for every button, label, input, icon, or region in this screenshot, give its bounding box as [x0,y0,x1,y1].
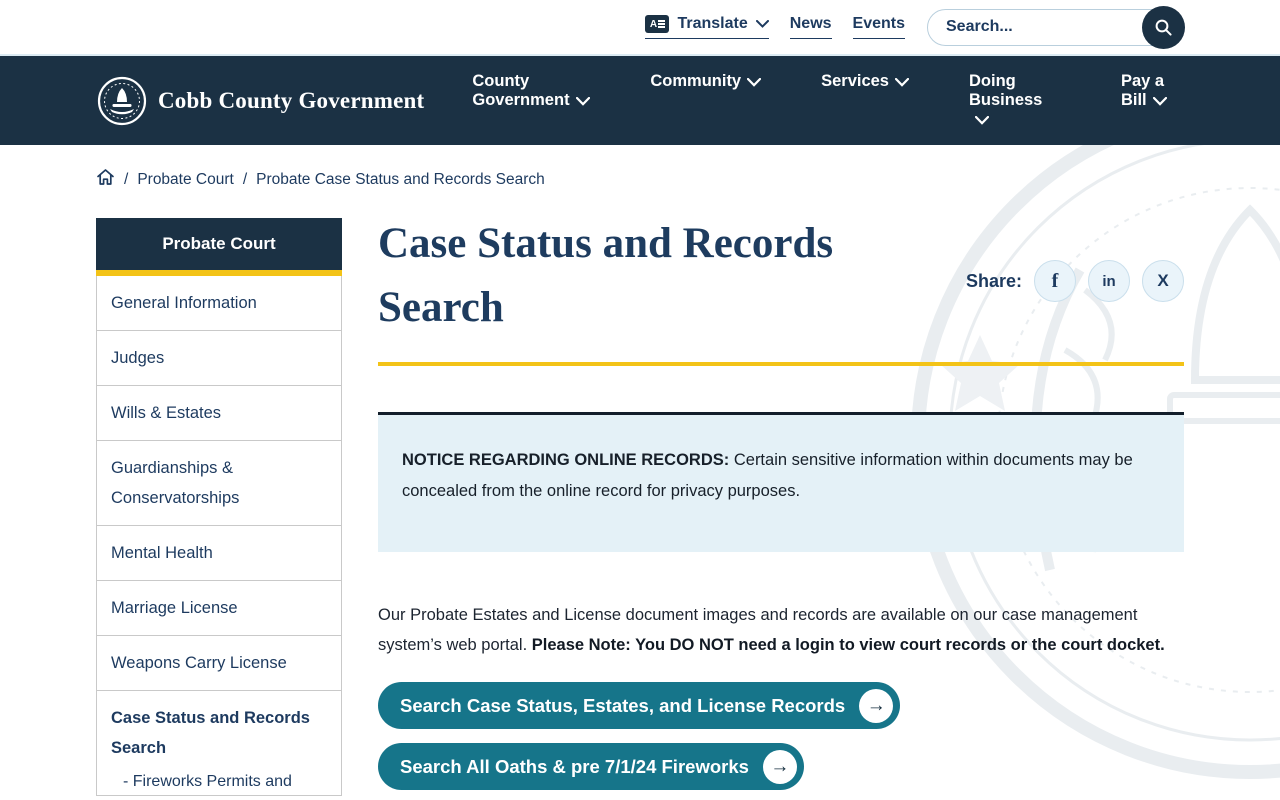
county-seal-icon [97,76,147,125]
sidebar: Probate Court General Information Judges… [96,218,342,796]
nav-item-community[interactable]: Community [650,72,762,91]
intro-paragraph: Our Probate Estates and License document… [378,600,1184,660]
search-oaths-fireworks-button[interactable]: Search All Oaths & pre 7/1/24 Fireworks … [378,743,804,791]
brand-name: Cobb County Government [158,87,425,113]
facebook-icon: f [1051,269,1059,292]
notice-label: NOTICE REGARDING ONLINE RECORDS: [402,451,730,469]
translate-menu[interactable]: A Translate [645,15,769,39]
sidebar-subitem-fireworks-permits[interactable]: - Fireworks Permits and [111,763,327,795]
share-label: Share: [965,270,1022,291]
sidebar-item-judges[interactable]: Judges [97,331,341,386]
nav-item-doing-business[interactable]: Doing Business [969,72,1061,129]
x-twitter-icon: X [1157,271,1169,290]
gold-divider [378,362,1184,366]
translate-label: Translate [677,15,748,32]
sidebar-menu: General Information Judges Wills & Estat… [96,276,342,796]
intro-bold-text: Please Note: You DO NOT need a login to … [531,636,1165,655]
site-logo[interactable]: Cobb County Government [97,76,424,126]
chevron-down-icon [747,77,762,87]
nav-item-pay-a-bill[interactable]: Pay a Bill [1121,72,1183,110]
page: A Translate News Events Search... Cobb C… [0,0,1280,800]
home-icon [97,169,114,185]
sidebar-title: Probate Court [96,218,342,270]
search-case-status-button[interactable]: Search Case Status, Estates, and License… [378,682,901,730]
search-icon [1155,19,1172,36]
linkedin-icon: in [1102,272,1116,290]
main-navigation: Cobb County Government County Government… [0,56,1280,145]
breadcrumb-separator: / [242,170,248,188]
breadcrumb-probate-court[interactable]: Probate Court [137,171,234,189]
sidebar-item-general-information[interactable]: General Information [97,276,341,331]
main-content: Case Status and Records Search Share: f … [378,218,1184,796]
share-facebook-button[interactable]: f [1034,260,1076,302]
page-title: Case Status and Records Search [378,220,834,331]
chevron-down-icon [974,115,990,125]
content-layout: Probate Court General Information Judges… [96,218,1280,796]
arrow-right-icon: → [859,688,894,723]
chevron-down-icon [755,20,769,28]
sidebar-item-marriage-license[interactable]: Marriage License [97,581,341,636]
nav-menu: County Government Community Services Doi… [472,72,1183,129]
news-link[interactable]: News [789,15,832,39]
cta-row: Search Case Status, Estates, and License… [378,682,1184,730]
share-x-button[interactable]: X [1142,260,1184,302]
nav-item-services[interactable]: Services [821,72,910,91]
breadcrumb-separator: / [124,170,129,188]
events-link[interactable]: Events [852,15,905,39]
utility-bar: A Translate News Events [0,0,1280,56]
chevron-down-icon [575,96,590,106]
title-row: Case Status and Records Search Share: f … [378,218,1184,340]
nav-item-county-government[interactable]: County Government [472,72,590,110]
sidebar-item-weapons-carry-license[interactable]: Weapons Carry License [97,636,341,691]
breadcrumb-home-link[interactable] [96,168,115,191]
sidebar-current-section: Case Status and Records Search - Firewor… [97,691,341,795]
share-linkedin-button[interactable]: in [1088,260,1130,302]
chevron-down-icon [1152,96,1167,106]
arrow-right-icon: → [762,749,797,784]
translate-icon: A [645,15,670,33]
sidebar-item-mental-health[interactable]: Mental Health [97,526,341,581]
share-bar: Share: f in X [966,260,1184,302]
breadcrumb-current-page[interactable]: Probate Case Status and Records Search [256,171,545,189]
site-search [927,5,1185,49]
search-button[interactable] [1142,5,1185,49]
breadcrumb: / Probate Court / Probate Case Status an… [96,168,1280,191]
sidebar-item-wills-estates[interactable]: Wills & Estates [97,386,341,441]
cta-row: Search All Oaths & pre 7/1/24 Fireworks … [378,743,1184,791]
chevron-down-icon [894,77,910,87]
sidebar-item-guardianships[interactable]: Guardianships & Conservatorships [97,441,341,526]
records-notice-box: NOTICE REGARDING ONLINE RECORDS: Certain… [378,412,1184,553]
sidebar-item-case-status-current[interactable]: Case Status and Records Search [111,703,327,763]
